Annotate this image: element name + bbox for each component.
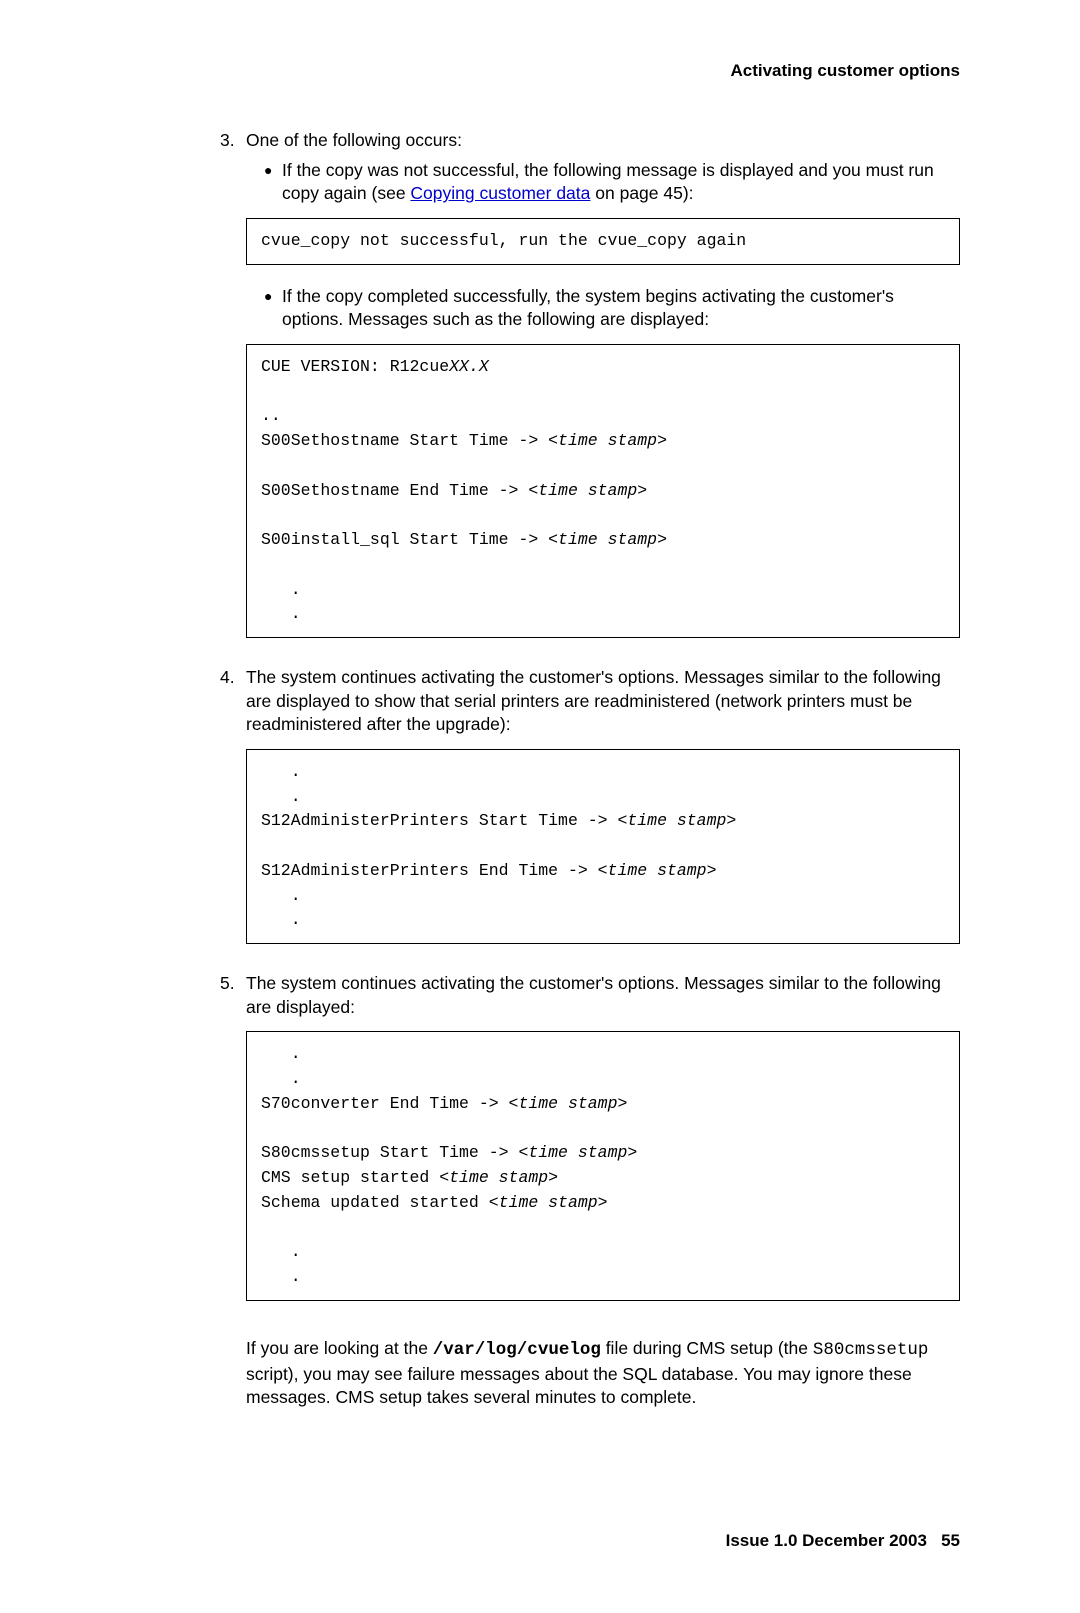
step-5-code: . . S70converter End Time -> <time stamp…: [246, 1031, 960, 1301]
code-line: .: [261, 1069, 301, 1088]
footer-page: 55: [941, 1531, 960, 1550]
code-line: .: [261, 787, 301, 806]
code-line: S70converter End Time ->: [261, 1094, 509, 1113]
code-line-italic: XX.X: [449, 357, 489, 376]
note-script: S80cmssetup: [813, 1340, 929, 1360]
step-4-number: 4.: [220, 666, 246, 964]
note-text-c: script), you may see failure messages ab…: [246, 1364, 912, 1408]
step-3-bullet-1-text-b: on page 45):: [590, 183, 693, 203]
bullet-icon: ●: [264, 159, 282, 206]
code-line: CUE VERSION: R12cue: [261, 357, 449, 376]
content-area: 3. One of the following occurs: ● If the…: [220, 129, 960, 1410]
code-line-italic: <time stamp>: [509, 1094, 628, 1113]
step-3-bullet-2-text: If the copy completed successfully, the …: [282, 285, 960, 332]
code-line: ..: [261, 406, 281, 425]
code-line-italic: <time stamp>: [489, 1193, 608, 1212]
code-line: S80cmssetup Start Time ->: [261, 1143, 518, 1162]
code-line: S12AdministerPrinters End Time ->: [261, 861, 598, 880]
step-5: 5. The system continues activating the c…: [220, 972, 960, 1321]
code-line: .: [261, 910, 301, 929]
code-line-italic: <time stamp>: [528, 481, 647, 500]
bullet-icon: ●: [264, 285, 282, 332]
code-line: .: [261, 1242, 301, 1261]
code-line: .: [261, 762, 301, 781]
code-line-italic: <time stamp>: [598, 861, 717, 880]
step-3-number: 3.: [220, 129, 246, 658]
step-4: 4. The system continues activating the c…: [220, 666, 960, 964]
copying-customer-data-link[interactable]: Copying customer data: [410, 183, 590, 203]
step-3-code-2: CUE VERSION: R12cueXX.X .. S00Sethostnam…: [246, 344, 960, 638]
code-line: S00install_sql Start Time ->: [261, 530, 548, 549]
code-line: .: [261, 1044, 301, 1063]
step-3: 3. One of the following occurs: ● If the…: [220, 129, 960, 658]
step-3-code-1: cvue_copy not successful, run the cvue_c…: [246, 218, 960, 265]
page-footer: Issue 1.0 December 2003 55: [120, 1530, 960, 1553]
step-5-note: If you are looking at the /var/log/cvuel…: [246, 1337, 960, 1410]
footer-issue: Issue 1.0 December 2003: [726, 1531, 927, 1550]
step-5-intro: The system continues activating the cust…: [246, 972, 960, 1019]
code-line: S12AdministerPrinters Start Time ->: [261, 811, 617, 830]
code-line-italic: <time stamp>: [548, 530, 667, 549]
code-line: S00Sethostname Start Time ->: [261, 431, 548, 450]
step-3-intro: One of the following occurs:: [246, 129, 960, 153]
code-line: .: [261, 604, 301, 623]
page-header: Activating customer options: [120, 60, 960, 83]
code-line-italic: <time stamp>: [439, 1168, 558, 1187]
code-line: CMS setup started: [261, 1168, 439, 1187]
note-text-b: file during CMS setup (the: [601, 1338, 813, 1358]
step-4-intro: The system continues activating the cust…: [246, 666, 960, 737]
code-line: .: [261, 580, 301, 599]
note-path: /var/log/cvuelog: [433, 1340, 601, 1360]
step-3-bullet-1: ● If the copy was not successful, the fo…: [264, 159, 960, 206]
code-line: S00Sethostname End Time ->: [261, 481, 528, 500]
step-5-number: 5.: [220, 972, 246, 1321]
code-line-italic: <time stamp>: [518, 1143, 637, 1162]
code-line-italic: <time stamp>: [617, 811, 736, 830]
code-line-italic: <time stamp>: [548, 431, 667, 450]
note-text-a: If you are looking at the: [246, 1338, 433, 1358]
code-line: cvue_copy not successful, run the cvue_c…: [261, 231, 746, 250]
code-line: .: [261, 1267, 301, 1286]
code-line: Schema updated started: [261, 1193, 489, 1212]
code-line: .: [261, 886, 301, 905]
step-4-code: . . S12AdministerPrinters Start Time -> …: [246, 749, 960, 944]
step-3-bullet-2: ● If the copy completed successfully, th…: [264, 285, 960, 332]
